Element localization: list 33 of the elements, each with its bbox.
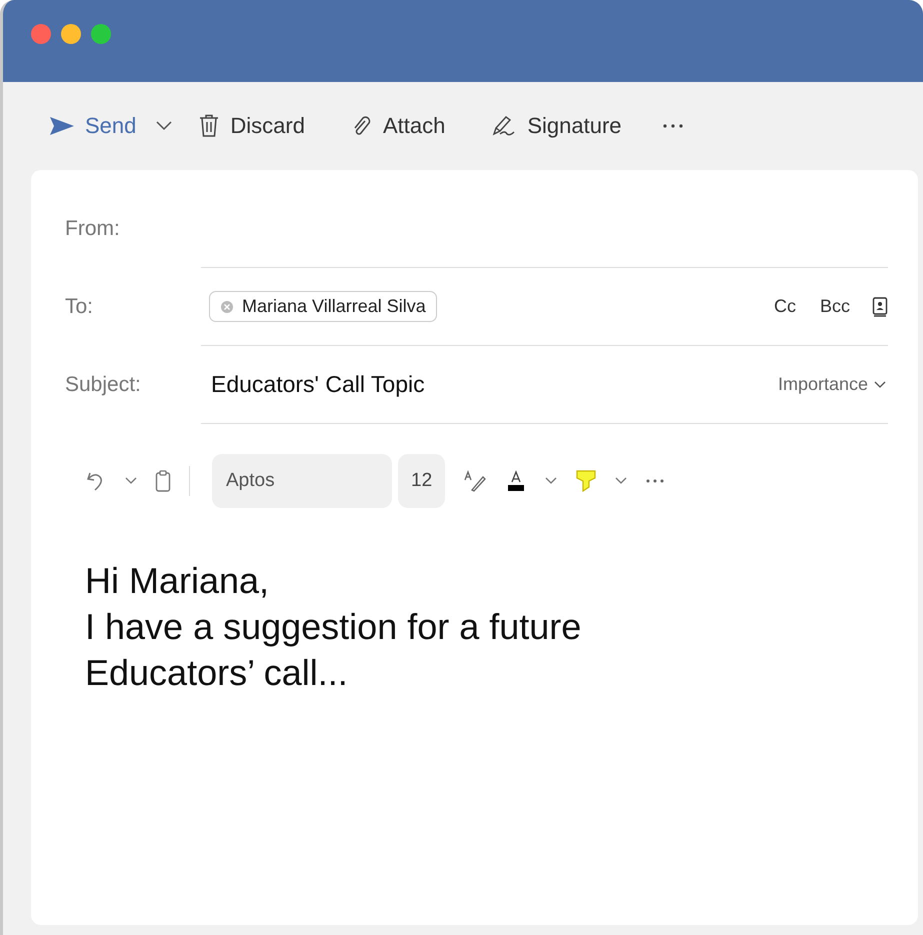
chevron-down-icon <box>874 380 886 388</box>
pen-icon <box>491 115 518 137</box>
more-icon[interactable] <box>645 478 666 484</box>
discard-button[interactable]: Discard <box>192 109 311 143</box>
field-label: Subject: <box>65 373 142 397</box>
format-pen-icon[interactable] <box>463 470 488 492</box>
importance-dropdown[interactable]: Importance <box>776 372 888 397</box>
signature-button[interactable]: Signature <box>485 109 628 143</box>
message-text[interactable]: Hi Mariana, <box>85 558 888 604</box>
contacts-icon[interactable] <box>872 296 888 316</box>
field-label: To: <box>65 295 94 319</box>
chevron-down-icon[interactable] <box>545 477 558 485</box>
chevron-down-icon[interactable] <box>125 477 137 485</box>
subject-field[interactable]: Educators' Call Topic <box>211 371 425 398</box>
trash-icon <box>198 114 220 138</box>
send-button[interactable]: Send <box>43 109 142 143</box>
cc-button[interactable]: Cc <box>772 294 798 319</box>
font-field[interactable]: Aptos <box>212 454 392 508</box>
bcc-button[interactable]: Bcc <box>818 294 852 319</box>
attach-button[interactable]: Attach <box>344 109 452 143</box>
zoom-button[interactable] <box>91 24 111 44</box>
minimize-button[interactable] <box>61 24 81 44</box>
send-icon <box>49 116 75 136</box>
message-text[interactable]: Educators’ call... <box>85 650 888 696</box>
message-text[interactable]: I have a suggestion for a future <box>85 604 888 650</box>
chevron-down-icon[interactable] <box>615 477 628 485</box>
font-size-field[interactable]: 12 <box>398 454 446 508</box>
clipboard-icon[interactable] <box>155 470 171 492</box>
chevron-down-icon[interactable] <box>156 121 172 131</box>
more-icon[interactable] <box>662 123 684 129</box>
field-label: From: <box>65 217 121 241</box>
remove-icon <box>220 300 234 314</box>
recipient-chip[interactable]: Mariana Villarreal Silva <box>209 291 437 322</box>
